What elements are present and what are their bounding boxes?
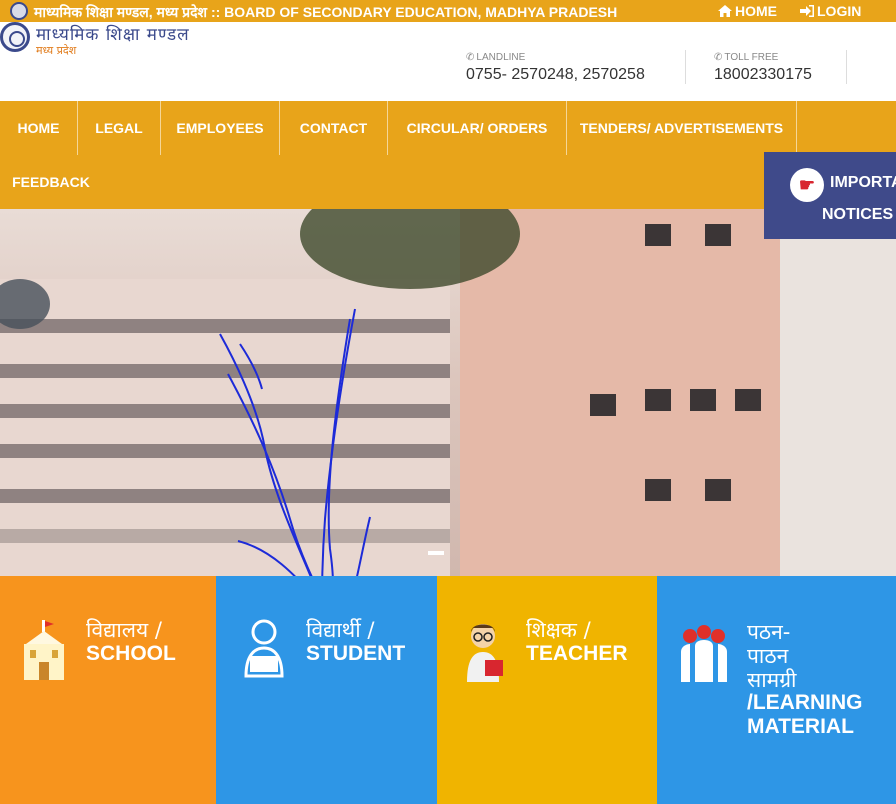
- tile-material-english-line2: MATERIAL: [747, 715, 854, 738]
- nav-legal[interactable]: LEGAL: [78, 101, 160, 155]
- nav-feedback[interactable]: FEEDBACK: [0, 155, 102, 209]
- phone-icon: ✆: [714, 52, 723, 63]
- pointing-hand-icon: ☛: [790, 168, 824, 202]
- top-home-label: HOME: [735, 3, 777, 19]
- pen-scribble: [219, 308, 371, 620]
- tile-learning-material[interactable]: पठन- पाठन सामग्री /LEARNING MATERIAL: [657, 576, 896, 804]
- site-title: माध्यमिक शिक्षा मण्डल, मध्य प्रदेश :: BO…: [34, 4, 618, 20]
- student-reading-icon: [244, 619, 284, 678]
- board-emblem-icon[interactable]: [0, 22, 30, 52]
- tile-school-english: SCHOOL: [86, 642, 176, 665]
- home-icon: [718, 5, 732, 17]
- nav-employees[interactable]: EMPLOYEES: [161, 101, 279, 155]
- tile-material-hindi-line3: सामग्री: [747, 668, 797, 692]
- top-login-label: LOGIN: [817, 3, 862, 19]
- tile-student-english: STUDENT: [306, 642, 406, 665]
- notices-label-line1: IMPORTA: [830, 174, 896, 191]
- tile-school[interactable]: विद्यालय / SCHOOL: [0, 576, 216, 804]
- nav-tenders-advertisements[interactable]: TENDERS/ ADVERTISEMENTS: [567, 101, 796, 155]
- notices-label-line2: NOTICES: [822, 206, 894, 223]
- tile-teacher-hindi: शिक्षक /: [526, 618, 591, 642]
- tile-student-hindi: विद्यार्थी /: [306, 618, 375, 642]
- brand-name[interactable]: माध्यमिक शिक्षा मण्डल: [36, 22, 190, 45]
- board-emblem-small-icon: [10, 2, 28, 20]
- brand-subtitle: मध्य प्रदेश: [36, 44, 77, 57]
- important-notices-button[interactable]: ☛ IMPORTA NOTICES: [764, 152, 896, 239]
- phone-icon: ✆: [466, 52, 475, 63]
- top-bar: माध्यमिक शिक्षा मण्डल, मध्य प्रदेश :: BO…: [0, 0, 896, 22]
- tile-material-english-line1: /LEARNING: [747, 691, 863, 714]
- tollfree-block: ✆ TOLL FREE 18002330175: [714, 52, 812, 84]
- landline-number: 0755- 2570248, 2570258: [466, 66, 645, 83]
- teacher-icon: [467, 624, 503, 682]
- tile-teacher[interactable]: शिक्षक / TEACHER: [437, 576, 657, 804]
- nav-contact[interactable]: CONTACT: [280, 101, 387, 155]
- tile-student[interactable]: विद्यार्थी / STUDENT: [216, 576, 437, 804]
- landline-block: ✆ LANDLINE 0755- 2570248, 2570258: [466, 52, 645, 84]
- tile-school-hindi: विद्यालय /: [86, 618, 162, 642]
- hero-photo: [0, 209, 896, 631]
- main-nav: HOME LEGAL EMPLOYEES CONTACT CIRCULAR/ O…: [0, 101, 896, 209]
- carousel-indicator[interactable]: [428, 551, 444, 555]
- tollfree-number: 18002330175: [714, 66, 812, 83]
- people-group-icon: [681, 625, 727, 682]
- tile-teacher-english: TEACHER: [526, 642, 628, 665]
- top-login-link[interactable]: LOGIN: [800, 3, 861, 19]
- landline-label: LANDLINE: [476, 52, 526, 63]
- login-icon: [800, 5, 814, 17]
- school-building-icon: [24, 620, 64, 680]
- nav-home[interactable]: HOME: [0, 101, 77, 155]
- nav-divider: [796, 101, 797, 155]
- tollfree-label: TOLL FREE: [724, 52, 779, 63]
- contact-divider: [685, 50, 686, 84]
- top-home-link[interactable]: HOME: [718, 3, 777, 19]
- nav-circular-orders[interactable]: CIRCULAR/ ORDERS: [388, 101, 566, 155]
- contact-divider: [846, 50, 847, 84]
